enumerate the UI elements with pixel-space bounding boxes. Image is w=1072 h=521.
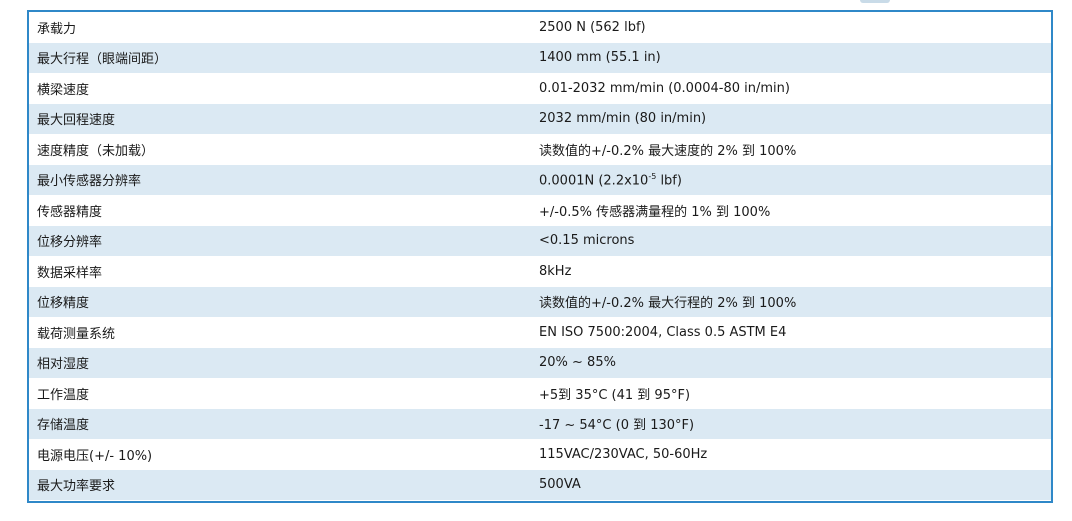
row-value: 1400 mm (55.1 in)	[539, 50, 661, 66]
table-row: 速度精度（未加载） 读数值的+/-0.2% 最大速度的 2% 到 100%	[29, 134, 1051, 165]
row-value: 2500 N (562 lbf)	[539, 19, 646, 35]
table-row: 载荷测量系统 EN ISO 7500:2004, Class 0.5 ASTM …	[29, 317, 1051, 348]
table-row: 承载力 2500 N (562 lbf)	[29, 12, 1051, 43]
table-row: 最小传感器分辨率 0.0001N (2.2x10-5 lbf)	[29, 164, 1051, 195]
row-value: EN ISO 7500:2004, Class 0.5 ASTM E4	[539, 324, 787, 340]
row-value: 8kHz	[539, 263, 572, 279]
row-value: 500VA	[539, 477, 581, 493]
row-label: 传感器精度	[37, 204, 103, 220]
table-row: 数据采样率 8kHz	[29, 256, 1051, 287]
row-label: 最大回程速度	[37, 113, 116, 129]
table-row: 最大回程速度 2032 mm/min (80 in/min)	[29, 103, 1051, 134]
row-label: 横梁速度	[37, 82, 90, 98]
row-label: 位移分辨率	[37, 235, 103, 251]
table-row: 工作温度 +5到 35°C (41 到 95°F)	[29, 378, 1051, 409]
table-row: 存储温度 -17 ~ 54°C (0 到 130°F)	[29, 408, 1051, 439]
table-row: 横梁速度 0.01-2032 mm/min (0.0004-80 in/min)	[29, 73, 1051, 104]
row-value: 2032 mm/min (80 in/min)	[539, 111, 707, 127]
row-label: 工作温度	[37, 387, 90, 403]
row-value: 20% ~ 85%	[539, 355, 616, 371]
spec-table: 承载力 2500 N (562 lbf) 最大行程（眼端间距） 1400 mm …	[27, 10, 1053, 503]
table-row: 相对湿度 20% ~ 85%	[29, 347, 1051, 378]
row-value: 0.0001N (2.2x10-5 lbf)	[539, 172, 1051, 188]
table-row: 传感器精度 +/-0.5% 传感器满量程的 1% 到 100%	[29, 195, 1051, 226]
table-row: 电源电压(+/- 10%) 115VAC/230VAC, 50-60Hz	[29, 439, 1051, 470]
row-label: 数据采样率	[37, 265, 103, 281]
row-label: 速度精度（未加载）	[37, 143, 155, 159]
row-label: 相对湿度	[37, 357, 90, 373]
table-row: 最大行程（眼端间距） 1400 mm (55.1 in)	[29, 42, 1051, 73]
table-row: 位移精度 读数值的+/-0.2% 最大行程的 2% 到 100%	[29, 286, 1051, 317]
row-value: <0.15 microns	[539, 233, 635, 249]
row-label: 电源电压(+/- 10%)	[37, 448, 153, 464]
row-value: 读数值的+/-0.2% 最大速度的 2% 到 100%	[539, 143, 797, 159]
row-label: 最小传感器分辨率	[37, 174, 142, 190]
value-part: 0.0001N (2.2x10	[539, 172, 649, 188]
row-label: 最大行程（眼端间距）	[37, 52, 168, 68]
row-label: 承载力	[37, 21, 77, 37]
row-label: 位移精度	[37, 296, 90, 312]
row-value: -17 ~ 54°C (0 到 130°F)	[539, 418, 695, 434]
row-label: 存储温度	[37, 418, 90, 434]
value-part: lbf)	[656, 172, 682, 188]
row-label: 最大功率要求	[37, 479, 116, 495]
table-row: 最大功率要求 500VA	[29, 469, 1051, 500]
table-row: 位移分辨率 <0.15 microns	[29, 225, 1051, 256]
row-label: 载荷测量系统	[37, 326, 116, 342]
row-value: +/-0.5% 传感器满量程的 1% 到 100%	[539, 204, 771, 220]
row-value: 115VAC/230VAC, 50-60Hz	[539, 446, 708, 462]
row-value: 0.01-2032 mm/min (0.0004-80 in/min)	[539, 80, 790, 96]
row-value: 读数值的+/-0.2% 最大行程的 2% 到 100%	[539, 296, 797, 312]
decorative-corner-mark	[860, 0, 890, 3]
row-value: +5到 35°C (41 到 95°F)	[539, 387, 691, 403]
